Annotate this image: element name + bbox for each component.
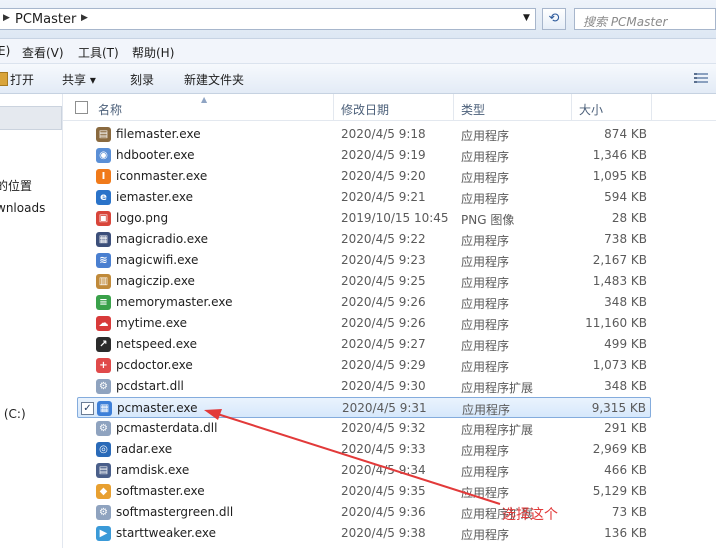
annotation-label: 选择这个 — [502, 507, 558, 523]
annotation-arrow — [204, 409, 501, 505]
